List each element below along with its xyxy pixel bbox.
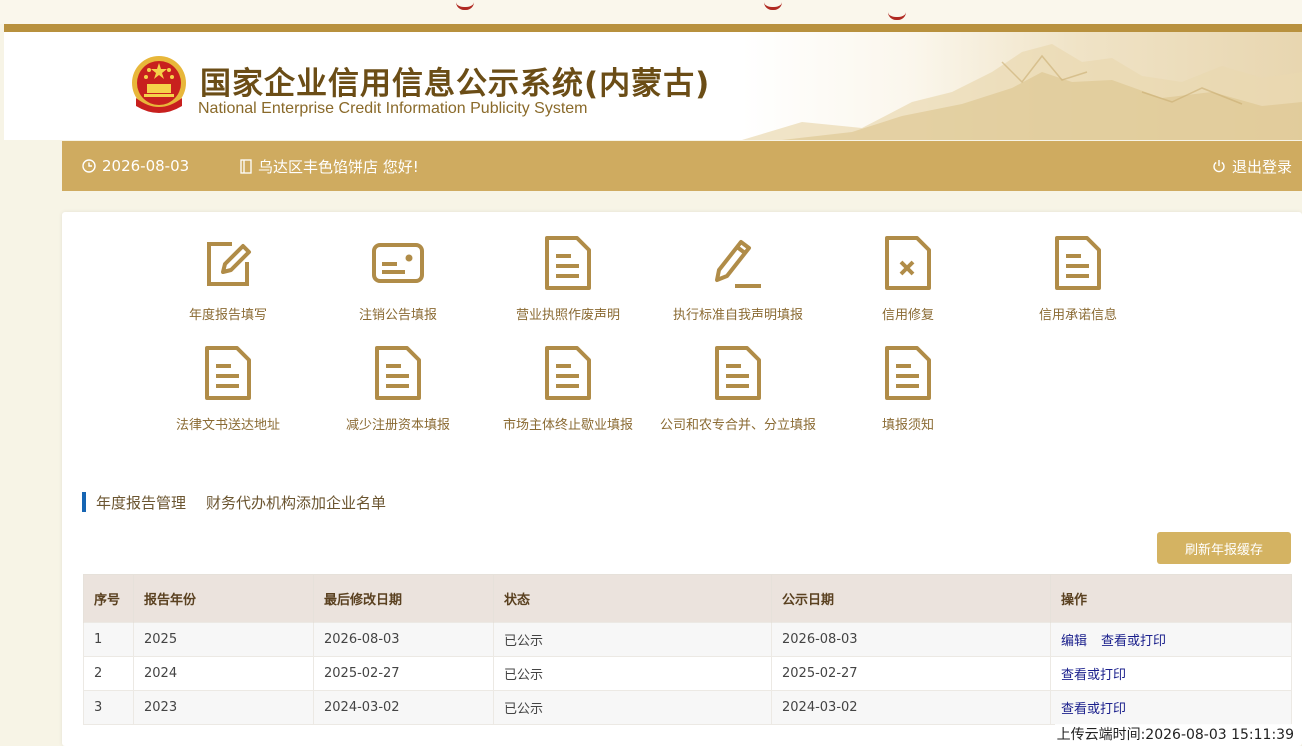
cell-year: 2024 [133, 656, 314, 691]
site-header: 国家企业信用信息公示系统(内蒙古) National Enterprise Cr… [4, 32, 1302, 140]
cell-modified: 2026-08-03 [313, 622, 494, 657]
logout-button[interactable]: 退出登录 [1212, 141, 1292, 191]
cell-no: 3 [83, 690, 134, 725]
cell-published: 2025-02-27 [771, 656, 1051, 691]
tab-annual-report-management[interactable]: 年度报告管理 [96, 492, 186, 513]
cell-no: 2 [83, 656, 134, 691]
cell-status: 已公示 [493, 622, 772, 657]
document-icon [201, 344, 255, 402]
cell-status: 已公示 [493, 656, 772, 691]
mountain-background [742, 32, 1302, 140]
col-header-no: 序号 [83, 574, 134, 623]
cell-year: 2023 [133, 690, 314, 725]
decoration-mark [888, 0, 906, 20]
logout-label: 退出登录 [1231, 157, 1292, 176]
decoration-mark [456, 0, 474, 10]
refresh-cache-button[interactable]: 刷新年报缓存 [1157, 532, 1291, 564]
top-navbar: 2026-08-03 乌达区丰色馅饼店 您好! 退出登录 [62, 141, 1302, 191]
service-item[interactable]: 营业执照作废声明 [483, 234, 653, 334]
service-item[interactable]: 公司和农专合并、分立填报 [653, 344, 823, 444]
tab-indicator [82, 492, 86, 512]
greeting-text: 乌达区丰色馅饼店 您好! [258, 157, 419, 176]
main-card: 年度报告填写 注销公告填报 营业执照作废声明 执行标准自我声明填报 信用修复 信用承诺信息… [62, 212, 1302, 746]
document-icon [1051, 234, 1105, 292]
document-icon [541, 234, 595, 292]
col-header-published: 公示日期 [771, 574, 1051, 623]
cell-published: 2024-03-02 [771, 690, 1051, 725]
view-print-link[interactable]: 查看或打印 [1061, 702, 1126, 717]
cell-actions: 编辑 查看或打印 [1050, 622, 1292, 657]
annual-report-table: 序号 报告年份 最后修改日期 状态 公示日期 操作 1 2025 2026-08-0… [83, 574, 1292, 725]
tab-agency-enterprise-list[interactable]: 财务代办机构添加企业名单 [206, 492, 386, 513]
report-tabs: 年度报告管理 财务代办机构添加企业名单 [82, 492, 406, 512]
service-label: 填报须知 [881, 418, 934, 433]
table-row: 3 2023 2024-03-02 已公示 2024-03-02 查看或打印 [83, 690, 1292, 725]
cell-actions: 查看或打印 [1050, 690, 1292, 725]
col-header-year: 报告年份 [133, 574, 314, 623]
current-date: 2026-08-03 [82, 141, 189, 191]
site-title: 国家企业信用信息公示系统(内蒙古) [200, 66, 711, 102]
col-header-actions: 操作 [1050, 574, 1292, 623]
service-item[interactable]: 填报须知 [823, 344, 993, 444]
service-label: 公司和农专合并、分立填报 [659, 418, 816, 433]
service-label: 市场主体终止歇业填报 [502, 418, 633, 433]
id-card-icon [371, 234, 425, 292]
cell-modified: 2024-03-02 [313, 690, 494, 725]
service-item[interactable]: 减少注册资本填报 [313, 344, 483, 444]
cell-modified: 2025-02-27 [313, 656, 494, 691]
service-label: 信用修复 [881, 308, 934, 323]
service-label: 信用承诺信息 [1038, 308, 1117, 323]
power-icon [1212, 159, 1226, 173]
service-item[interactable]: 市场主体终止歇业填报 [483, 344, 653, 444]
edit-icon [201, 234, 255, 292]
gold-strip [4, 24, 1302, 32]
service-item[interactable]: 信用承诺信息 [993, 234, 1163, 334]
national-emblem-icon [130, 54, 188, 116]
service-item[interactable]: 信用修复 [823, 234, 993, 334]
document-x-icon [881, 234, 935, 292]
pen-icon [711, 234, 765, 292]
document-icon [711, 344, 765, 402]
book-icon [240, 158, 252, 174]
edit-link[interactable]: 编辑 [1061, 634, 1087, 649]
decoration-mark [764, 0, 782, 10]
service-item[interactable]: 法律文书送达地址 [143, 344, 313, 444]
table-row: 2 2024 2025-02-27 已公示 2025-02-27 查看或打印 [83, 656, 1292, 691]
cell-actions: 查看或打印 [1050, 656, 1292, 691]
col-header-status: 状态 [493, 574, 772, 623]
site-subtitle: National Enterprise Credit Information P… [198, 100, 588, 117]
service-label: 年度报告填写 [188, 308, 267, 323]
cell-published: 2026-08-03 [771, 622, 1051, 657]
table-header-row: 序号 报告年份 最后修改日期 状态 公示日期 操作 [83, 574, 1292, 623]
top-decoration [0, 0, 1302, 24]
user-greeting: 乌达区丰色馅饼店 您好! [240, 141, 419, 191]
service-item[interactable]: 执行标准自我声明填报 [653, 234, 823, 334]
document-icon [371, 344, 425, 402]
service-label: 营业执照作废声明 [515, 308, 620, 323]
table-row: 1 2025 2026-08-03 已公示 2026-08-03 编辑 查看或打印 [83, 622, 1292, 657]
cell-year: 2025 [133, 622, 314, 657]
col-header-modified: 最后修改日期 [313, 574, 494, 623]
service-label: 减少注册资本填报 [345, 418, 450, 433]
document-icon [541, 344, 595, 402]
service-item[interactable]: 年度报告填写 [143, 234, 313, 334]
date-text: 2026-08-03 [102, 157, 190, 175]
view-print-link[interactable]: 查看或打印 [1101, 634, 1166, 649]
cell-status: 已公示 [493, 690, 772, 725]
upload-time: 上传云端时间:2026-08-03 15:11:39 [1054, 724, 1296, 744]
service-item[interactable]: 注销公告填报 [313, 234, 483, 334]
view-print-link[interactable]: 查看或打印 [1061, 668, 1126, 683]
clock-icon [82, 159, 96, 173]
document-icon [881, 344, 935, 402]
service-label: 执行标准自我声明填报 [672, 308, 803, 323]
service-label: 法律文书送达地址 [175, 418, 280, 433]
service-label: 注销公告填报 [358, 308, 437, 323]
cell-no: 1 [83, 622, 134, 657]
